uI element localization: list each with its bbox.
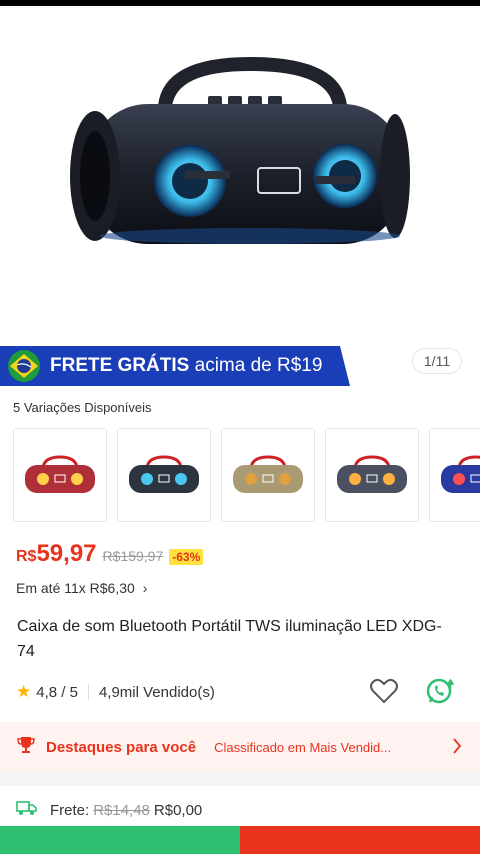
rating-score: 4,8 / 5 <box>36 683 78 701</box>
variation-thumb-red[interactable] <box>13 428 107 522</box>
speaker-image <box>70 56 410 244</box>
chevron-right-icon <box>452 737 462 760</box>
free-shipping-banner: FRETE GRÁTIS acima de R$19 <box>0 346 350 386</box>
variation-thumb-gold[interactable] <box>221 428 315 522</box>
variation-thumb-blue[interactable] <box>429 428 480 522</box>
divider <box>87 684 89 700</box>
star-icon: ★ <box>16 682 32 701</box>
gallery-counter: 1/11 <box>412 348 462 374</box>
product-page: FRETE GRÁTIS acima de R$19 1/11 5 Variaç… <box>0 0 480 854</box>
discount-badge: -63% <box>169 549 204 565</box>
variations-label: 5 Variações Disponíveis <box>13 400 152 415</box>
original-price: R$159,97 <box>102 548 164 564</box>
truck-icon <box>16 800 38 820</box>
shipping-old-price: R$14,48 <box>93 801 150 819</box>
trophy-icon <box>16 735 36 760</box>
installment-text: Em até 11x R$6,30 <box>16 580 135 596</box>
price-row: R$ 59,97 R$159,97 -63% <box>16 540 204 568</box>
add-to-cart-button[interactable] <box>0 826 240 854</box>
bottom-action-bar <box>0 826 480 854</box>
price-currency: R$ <box>16 548 37 565</box>
highlights-title: Destaques para você <box>46 738 197 756</box>
highlights-row[interactable]: Destaques para você Classificado em Mais… <box>0 722 480 772</box>
free-shipping-threshold: acima de R$19 <box>194 355 323 376</box>
brazil-flag-icon <box>8 350 40 382</box>
favorite-heart-icon[interactable] <box>370 678 398 708</box>
current-price: 59,97 <box>36 540 97 567</box>
variation-thumbnails <box>13 428 480 522</box>
chevron-right-icon: › <box>142 580 148 596</box>
shipping-label: Frete: <box>50 801 90 819</box>
speaker-thumb-image <box>129 455 199 493</box>
speaker-thumb-image <box>441 455 480 493</box>
installment-link[interactable]: Em até 11x R$6,30 › <box>16 580 147 596</box>
variation-thumb-black[interactable] <box>117 428 211 522</box>
product-image[interactable] <box>0 6 480 346</box>
speaker-thumb-image <box>233 455 303 493</box>
product-title: Caixa de som Bluetooth Portátil TWS ilum… <box>17 618 442 660</box>
free-shipping-title: FRETE GRÁTIS <box>50 355 190 376</box>
rating-row: ★ 4,8 / 5 4,9mil Vendido(s) <box>16 678 464 704</box>
variation-thumb-gray[interactable] <box>325 428 419 522</box>
shipping-row[interactable]: Frete: R$14,48 R$0,00 <box>16 800 464 820</box>
speaker-thumb-image <box>25 455 95 493</box>
section-divider <box>0 772 480 786</box>
speaker-thumb-image <box>337 455 407 493</box>
sold-count: 4,9mil Vendido(s) <box>98 683 215 701</box>
whatsapp-share-icon[interactable] <box>424 678 455 710</box>
buy-now-button[interactable] <box>240 826 480 854</box>
highlights-subtitle: Classificado em Mais Vendid... <box>214 739 392 755</box>
shipping-price: R$0,00 <box>153 801 203 819</box>
